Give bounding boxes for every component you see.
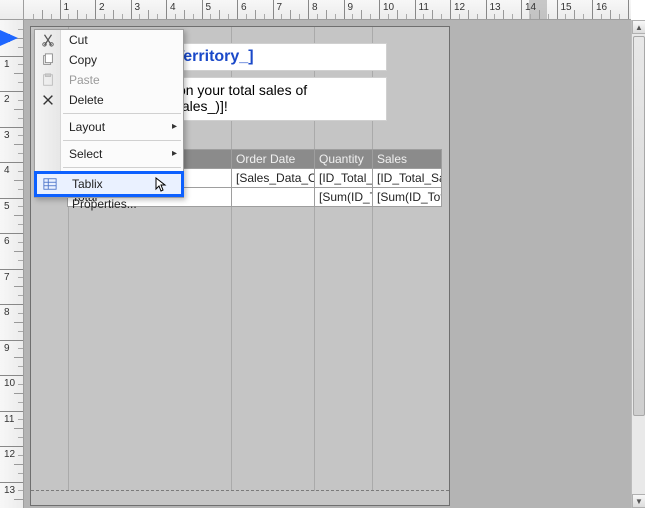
- header-cell[interactable]: Sales: [373, 150, 442, 169]
- ruler-vertical[interactable]: 1234567891011121314: [0, 20, 24, 508]
- properties-icon: [41, 175, 59, 193]
- ruler-corner: [0, 0, 24, 20]
- ruler-horizontal[interactable]: 1234567891011121314151617: [24, 0, 631, 20]
- menu-item-layout[interactable]: Layout: [35, 117, 183, 137]
- delete-icon: [39, 91, 57, 109]
- menu-item-tablix-properties[interactable]: Tablix Properties...: [34, 171, 184, 197]
- menu-item-select[interactable]: Select: [35, 144, 183, 164]
- data-cell[interactable]: [ID_Total_: [315, 169, 373, 188]
- menu-item-copy[interactable]: Copy: [35, 50, 183, 70]
- menu-separator: [63, 113, 181, 114]
- header-cell[interactable]: Order Date: [232, 150, 315, 169]
- data-cell[interactable]: [Sales_Data_Or: [232, 169, 315, 188]
- menu-item-delete[interactable]: Delete: [35, 90, 183, 110]
- scroll-thumb[interactable]: [633, 36, 645, 416]
- copy-icon: [39, 51, 57, 69]
- data-cell[interactable]: [ID_Total_Sal: [373, 169, 442, 188]
- annotation-arrow: [0, 30, 18, 46]
- vertical-scrollbar[interactable]: ▲ ▼: [631, 20, 645, 508]
- scroll-down-button[interactable]: ▼: [632, 494, 645, 508]
- paste-icon: [39, 71, 57, 89]
- menu-separator: [63, 167, 181, 168]
- report-designer: 1234567891011121314151617 12345678910111…: [0, 0, 645, 508]
- data-cell[interactable]: [Sum(ID_Tota: [373, 188, 442, 207]
- data-cell[interactable]: [232, 188, 315, 207]
- menu-item-cut[interactable]: Cut: [35, 30, 183, 50]
- scroll-up-button[interactable]: ▲: [632, 20, 645, 34]
- data-cell[interactable]: [Sum(ID_T: [315, 188, 373, 207]
- header-cell[interactable]: Quantity: [315, 150, 373, 169]
- context-menu: Cut Copy Paste Delete: [34, 29, 184, 198]
- cut-icon: [39, 31, 57, 49]
- menu-separator: [63, 140, 181, 141]
- cursor-icon: [155, 177, 167, 193]
- menu-item-paste: Paste: [35, 70, 183, 90]
